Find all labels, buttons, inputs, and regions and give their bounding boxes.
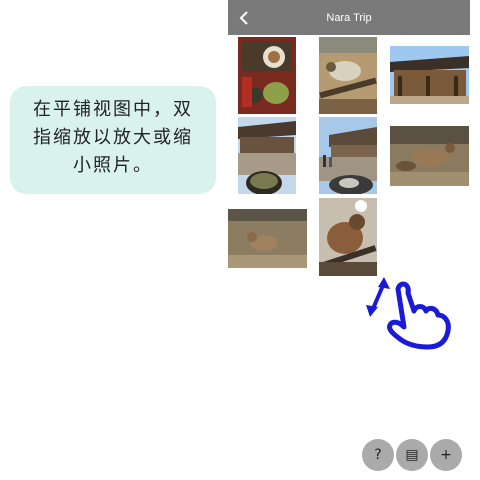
photo-thumbnail-food-tray[interactable] <box>238 37 296 114</box>
instruction-line-2: 指缩放以放大或缩 <box>33 127 193 148</box>
photo-thumbnail-deer-close[interactable] <box>319 198 377 276</box>
photo-thumbnail-temple-hall[interactable] <box>238 117 296 194</box>
instruction-callout: 在平铺视图中，双 指缩放以放大或缩 小照片。 <box>10 86 216 194</box>
pinch-zoom-icon <box>366 277 451 350</box>
photo-thumbnail-deer-lying[interactable] <box>390 126 469 186</box>
instruction-line-3: 小照片。 <box>73 155 153 176</box>
grid-view-button[interactable]: ▤ <box>396 439 428 471</box>
instruction-line-1: 在平铺视图中，双 <box>33 99 193 120</box>
photo-thumbnail-deer-sheep[interactable] <box>319 37 377 114</box>
album-screen: Nara Trip <box>228 0 470 290</box>
add-icon: + <box>440 447 452 463</box>
pinch-gesture-hint <box>362 275 462 355</box>
album-title: Nara Trip <box>326 12 372 24</box>
help-button[interactable]: ? <box>362 439 394 471</box>
photo-thumbnail-temple-gate[interactable] <box>390 46 469 104</box>
grid-view-icon: ▤ <box>405 447 419 463</box>
app-header: Nara Trip <box>228 0 470 35</box>
add-button[interactable]: + <box>430 439 462 471</box>
help-icon: ? <box>374 447 382 463</box>
photo-thumbnail-courtyard[interactable] <box>319 117 377 194</box>
photo-thumbnail-deer-grass[interactable] <box>228 209 307 268</box>
